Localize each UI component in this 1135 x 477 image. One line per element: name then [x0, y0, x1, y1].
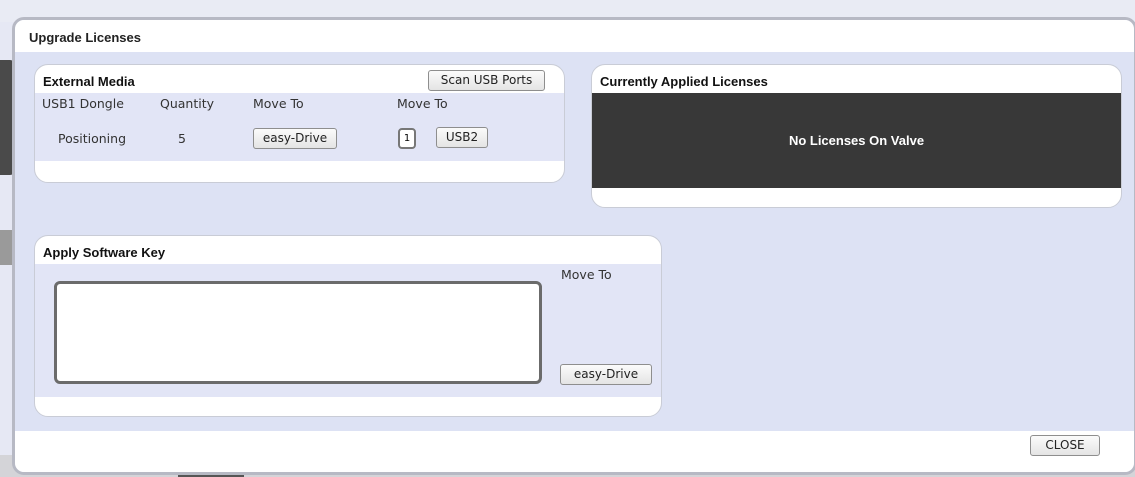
- move-quantity-input[interactable]: [398, 128, 416, 149]
- column-header-move-to: Move To: [253, 96, 304, 111]
- external-media-body: USB1 Dongle Quantity Move To Move To Pos…: [35, 93, 564, 161]
- dialog-footer: CLOSE: [15, 431, 1134, 472]
- column-header-usb1-dongle: USB1 Dongle: [42, 96, 124, 111]
- background-sidebar-edge: [0, 230, 12, 265]
- close-button[interactable]: CLOSE: [1030, 435, 1100, 456]
- scan-usb-ports-button[interactable]: Scan USB Ports: [428, 70, 545, 91]
- panel-title: Apply Software Key: [43, 245, 166, 260]
- external-media-panel: External Media Scan USB Ports USB1 Dongl…: [34, 64, 565, 183]
- apply-software-key-panel: Apply Software Key Move To easy-Drive: [34, 235, 662, 417]
- applied-licenses-list: No Licenses On Valve: [592, 93, 1121, 188]
- software-key-input[interactable]: [54, 281, 542, 384]
- upgrade-licenses-dialog: Upgrade Licenses External Media Scan USB…: [12, 17, 1135, 475]
- move-to-easy-drive-button[interactable]: easy-Drive: [253, 128, 337, 149]
- no-licenses-message: No Licenses On Valve: [788, 133, 925, 148]
- license-quantity: 5: [178, 131, 186, 146]
- move-to-label: Move To: [561, 267, 612, 282]
- column-header-quantity: Quantity: [160, 96, 215, 111]
- license-name: Positioning: [58, 131, 126, 146]
- column-header-move-to-usb: Move To: [397, 96, 448, 111]
- panel-title: Currently Applied Licenses: [600, 74, 768, 89]
- move-to-usb2-button[interactable]: USB2: [436, 127, 488, 148]
- applied-licenses-panel: Currently Applied Licenses No Licenses O…: [591, 64, 1122, 208]
- key-move-to-easy-drive-button[interactable]: easy-Drive: [560, 364, 652, 385]
- dialog-title: Upgrade Licenses: [15, 20, 1134, 52]
